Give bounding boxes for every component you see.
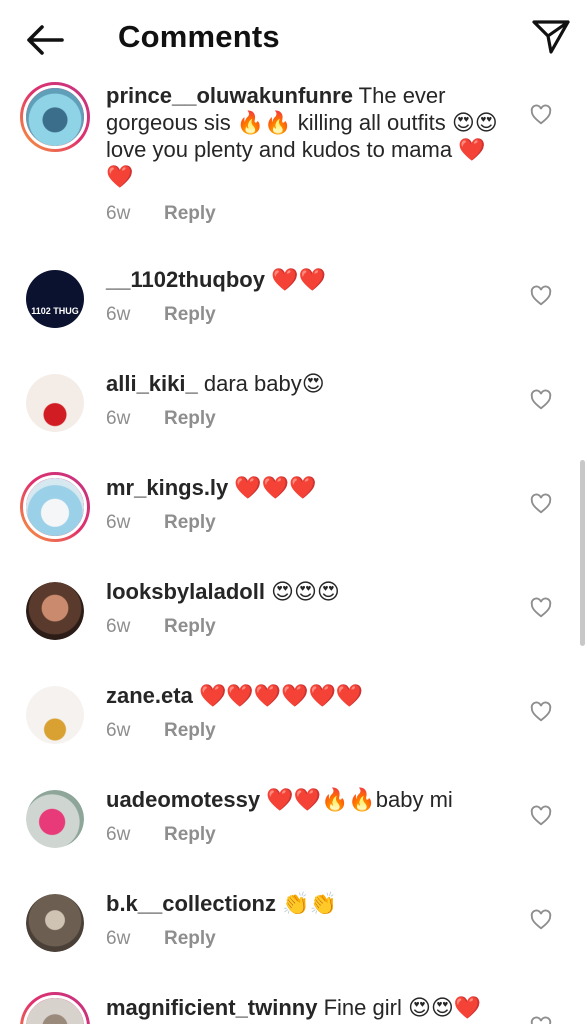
comment-username[interactable]: b.k__collectionz [106,891,276,916]
comment-meta: 6w Reply [106,512,216,534]
reply-button[interactable]: Reply [164,824,216,845]
comment-meta: 6w Reply [106,720,216,742]
top-bar: Comments [0,0,587,78]
heart-icon[interactable] [530,285,552,307]
comment-username[interactable]: magnificient_twinny [106,995,317,1020]
scrollbar-thumb[interactable] [580,460,585,646]
comment-username[interactable]: looksbylaladoll [106,579,265,604]
comment-text: 😍😍😍 [264,579,340,604]
avatar[interactable] [26,790,84,848]
comment-text: ❤️❤️ [264,267,326,292]
page-title: Comments [118,19,280,54]
comment-text: ❤️❤️❤️❤️❤️❤️ [192,683,364,708]
reply-button[interactable]: Reply [164,512,216,533]
send-icon[interactable] [529,14,573,58]
heart-icon[interactable] [530,597,552,619]
comment-time: 6w [106,720,131,741]
avatar[interactable] [26,582,84,640]
reply-button[interactable]: Reply [164,616,216,637]
avatar[interactable]: 1102 THUG [26,270,84,328]
heart-icon[interactable] [530,701,552,723]
comment-username[interactable]: prince__oluwakunfunre [106,83,353,108]
heart-icon[interactable] [530,104,552,126]
heart-icon[interactable] [530,909,552,931]
avatar[interactable] [20,472,90,542]
avatar-logo-text: 1102 THUG [31,306,79,316]
comment-meta: 6w Reply [106,408,216,430]
avatar[interactable] [26,894,84,952]
comment-meta: 6w Reply [106,203,216,225]
reply-button[interactable]: Reply [164,720,216,741]
reply-button[interactable]: Reply [164,304,216,325]
avatar[interactable] [20,992,90,1024]
comment-time: 6w [106,408,131,429]
comment-time: 6w [106,512,131,533]
comment-text: ❤️❤️❤️ [228,475,317,500]
avatar[interactable] [26,374,84,432]
avatar[interactable] [26,686,84,744]
comment-meta: 6w Reply [106,928,216,950]
reply-button[interactable]: Reply [164,408,216,429]
reply-button[interactable]: Reply [164,203,216,224]
comment-text: dara baby😍 [197,371,325,396]
comment-username[interactable]: mr_kings.ly [106,475,228,500]
comment-text: 👏👏 [275,891,337,916]
comment-time: 6w [106,824,131,845]
heart-icon[interactable] [530,805,552,827]
comment-time: 6w [106,616,131,637]
comment-username[interactable]: zane.eta [106,683,193,708]
comment-meta: 6w Reply [106,304,216,326]
avatar[interactable] [20,82,90,152]
comment-time: 6w [106,203,131,224]
comment-text: Fine girl 😍😍❤️ [317,995,482,1020]
heart-icon[interactable] [530,1016,552,1024]
comment-text: ❤️❤️🔥🔥baby mi [260,787,453,812]
reply-button[interactable]: Reply [164,928,216,949]
back-arrow-icon[interactable] [22,20,66,60]
comment-time: 6w [106,928,131,949]
heart-icon[interactable] [530,389,552,411]
comment-time: 6w [106,304,131,325]
comment-username[interactable]: alli_kiki_ [106,371,198,396]
comment-username[interactable]: __1102thuqboy [106,267,265,292]
comment-meta: 6w Reply [106,824,216,846]
comment-meta: 6w Reply [106,616,216,638]
comment-username[interactable]: uadeomotessy [106,787,260,812]
heart-icon[interactable] [530,493,552,515]
